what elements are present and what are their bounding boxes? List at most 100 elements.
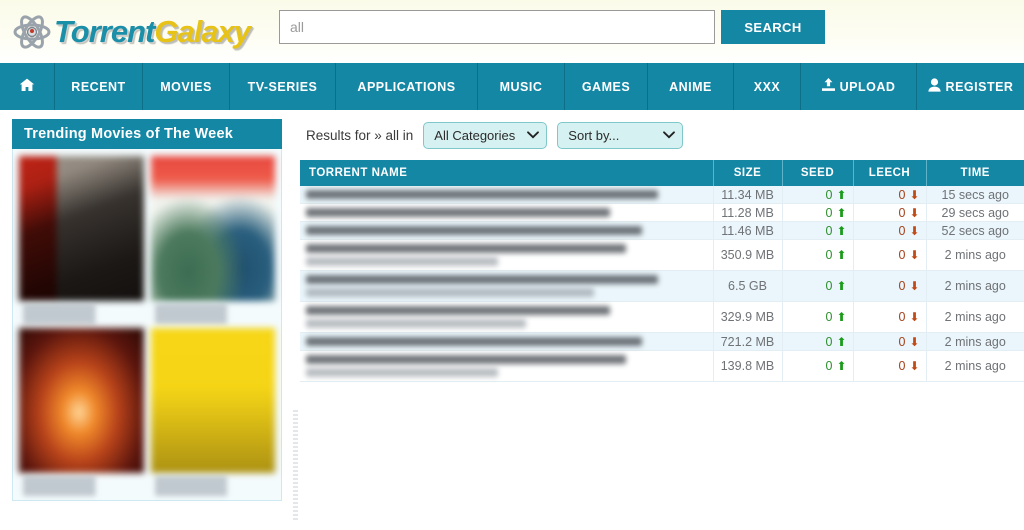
- site-logo[interactable]: Torrent Galaxy: [12, 9, 251, 55]
- nav-item-xxx[interactable]: XXX: [734, 63, 801, 110]
- torrent-time-cell: 2 mins ago: [926, 301, 1024, 333]
- torrent-leech-cell: 0 ⬇: [853, 332, 927, 351]
- torrent-name-cell[interactable]: [300, 186, 714, 204]
- torrent-name-cell[interactable]: [300, 221, 714, 240]
- torrent-seed-cell: 0 ⬆: [782, 186, 854, 204]
- torrent-name-text: [306, 368, 499, 377]
- arrow-down-icon: ⬇: [909, 248, 920, 262]
- torrent-size-cell: 6.5 GB: [713, 270, 783, 302]
- arrow-up-icon: ⬆: [836, 223, 847, 238]
- table-row[interactable]: 329.9 MB 0 ⬆ 0 ⬇ 2 mins ago: [300, 301, 1024, 333]
- torrent-name-cell[interactable]: [300, 301, 714, 333]
- sort-select-wrapper: Sort by...: [557, 121, 684, 149]
- torrent-name-cell[interactable]: [300, 350, 714, 382]
- torrent-name-cell[interactable]: [300, 239, 714, 271]
- sidebar: Trending Movies of The Week: [0, 110, 292, 530]
- table-row[interactable]: 350.9 MB 0 ⬆ 0 ⬇ 2 mins ago: [300, 239, 1024, 271]
- torrent-seed-cell: 0 ⬆: [782, 270, 854, 302]
- arrow-down-icon: ⬇: [909, 205, 920, 220]
- results-toolbar: Results for » all in All Categories Sort…: [300, 119, 1024, 151]
- nav-item-games[interactable]: GAMES: [565, 63, 648, 110]
- torrent-name-text: [306, 288, 595, 297]
- seed-count: 0: [825, 310, 833, 324]
- poster-cell[interactable]: [19, 328, 144, 500]
- nav-label-recent: RECENT: [71, 79, 126, 94]
- seed-count: 0: [825, 334, 833, 349]
- nav-item-movies[interactable]: MOVIES: [143, 63, 230, 110]
- movie-poster-3[interactable]: [19, 328, 144, 473]
- nav-item-register[interactable]: REGISTER: [917, 63, 1024, 110]
- table-row[interactable]: 6.5 GB 0 ⬆ 0 ⬇ 2 mins ago: [300, 270, 1024, 302]
- arrow-up-icon: ⬆: [836, 248, 847, 262]
- torrent-name-cell[interactable]: [300, 270, 714, 302]
- arrow-down-icon: ⬇: [909, 359, 920, 373]
- torrent-name-cell[interactable]: [300, 203, 714, 222]
- torrent-seed-cell: 0 ⬆: [782, 239, 854, 271]
- nav-label-register: REGISTER: [945, 79, 1014, 94]
- torrent-name-text: [306, 257, 499, 266]
- leech-count: 0: [898, 205, 906, 220]
- atom-icon: [12, 12, 52, 52]
- torrent-name-text: [306, 208, 611, 217]
- movie-poster-2[interactable]: [150, 156, 275, 301]
- torrent-seed-cell: 0 ⬆: [782, 301, 854, 333]
- torrent-size-cell: 11.46 MB: [713, 221, 783, 240]
- torrent-name-cell[interactable]: [300, 332, 714, 351]
- sort-select[interactable]: Sort by...: [557, 121, 684, 149]
- torrent-time-cell: 52 secs ago: [926, 221, 1024, 240]
- poster-cell[interactable]: [150, 156, 275, 328]
- torrent-size-cell: 11.28 MB: [713, 203, 783, 222]
- table-row[interactable]: 11.28 MB 0 ⬆ 0 ⬇ 29 secs ago: [300, 203, 1024, 222]
- table-header-row: TORRENT NAME SIZE SEED LEECH TIME: [300, 160, 1024, 186]
- leech-count: 0: [898, 310, 906, 324]
- nav-label-games: GAMES: [581, 79, 631, 94]
- arrow-down-icon: ⬇: [909, 223, 920, 238]
- search-input[interactable]: [279, 10, 715, 44]
- nav-item-home[interactable]: [0, 63, 55, 110]
- arrow-up-icon: ⬆: [836, 187, 847, 202]
- table-row[interactable]: 11.34 MB 0 ⬆ 0 ⬇ 15 secs ago: [300, 186, 1024, 204]
- nav-item-anime[interactable]: ANIME: [648, 63, 734, 110]
- category-select[interactable]: All Categories: [423, 121, 548, 149]
- nav-item-applications[interactable]: APPLICATIONS: [336, 63, 478, 110]
- results-label: Results for » all in: [306, 127, 414, 143]
- nav-label-movies: MOVIES: [160, 79, 212, 94]
- poster-row: [19, 328, 275, 500]
- torrent-results-table: TORRENT NAME SIZE SEED LEECH TIME 11.34 …: [300, 160, 1024, 382]
- column-header-leech[interactable]: LEECH: [853, 160, 927, 186]
- torrent-leech-cell: 0 ⬇: [853, 301, 927, 333]
- poster-cell[interactable]: [19, 156, 144, 328]
- poster-cell[interactable]: [150, 328, 275, 500]
- nav-item-recent[interactable]: RECENT: [55, 63, 143, 110]
- nav-item-music[interactable]: MUSIC: [478, 63, 565, 110]
- table-header: TORRENT NAME SIZE SEED LEECH TIME: [300, 160, 1024, 186]
- search-button[interactable]: SEARCH: [721, 10, 825, 44]
- torrent-time-cell: 15 secs ago: [926, 186, 1024, 204]
- movie-caption-4: [154, 476, 271, 496]
- nav-item-upload[interactable]: UPLOAD: [801, 63, 917, 110]
- page-body: Trending Movies of The Week Results for …: [0, 110, 1024, 530]
- leech-count: 0: [898, 359, 906, 373]
- leech-count: 0: [898, 279, 906, 293]
- torrent-name-text: [306, 306, 611, 315]
- site-header: TorrentGalaxy SEARCH: [0, 0, 1024, 63]
- content-scroll-gutter[interactable]: [293, 410, 298, 520]
- seed-count: 0: [825, 205, 833, 220]
- table-row[interactable]: 721.2 MB 0 ⬆ 0 ⬇ 2 mins ago: [300, 332, 1024, 351]
- movie-poster-4[interactable]: [150, 328, 275, 473]
- nav-label-music: MUSIC: [499, 79, 543, 94]
- seed-count: 0: [825, 187, 833, 202]
- movie-poster-1[interactable]: [19, 156, 144, 301]
- nav-label-xxx: XXX: [753, 79, 781, 94]
- column-header-size[interactable]: SIZE: [713, 160, 783, 186]
- nav-item-tv-series[interactable]: TV-SERIES: [230, 63, 336, 110]
- torrent-name-text: [306, 319, 527, 328]
- movie-caption-3: [23, 476, 140, 496]
- table-row[interactable]: 139.8 MB 0 ⬆ 0 ⬇ 2 mins ago: [300, 350, 1024, 382]
- column-header-time[interactable]: TIME: [926, 160, 1024, 186]
- column-header-torrent-name[interactable]: TORRENT NAME: [300, 160, 714, 186]
- upload-icon: [821, 78, 835, 95]
- movie-caption-2: [154, 304, 271, 324]
- column-header-seed[interactable]: SEED: [782, 160, 854, 186]
- table-row[interactable]: 11.46 MB 0 ⬆ 0 ⬇ 52 secs ago: [300, 221, 1024, 240]
